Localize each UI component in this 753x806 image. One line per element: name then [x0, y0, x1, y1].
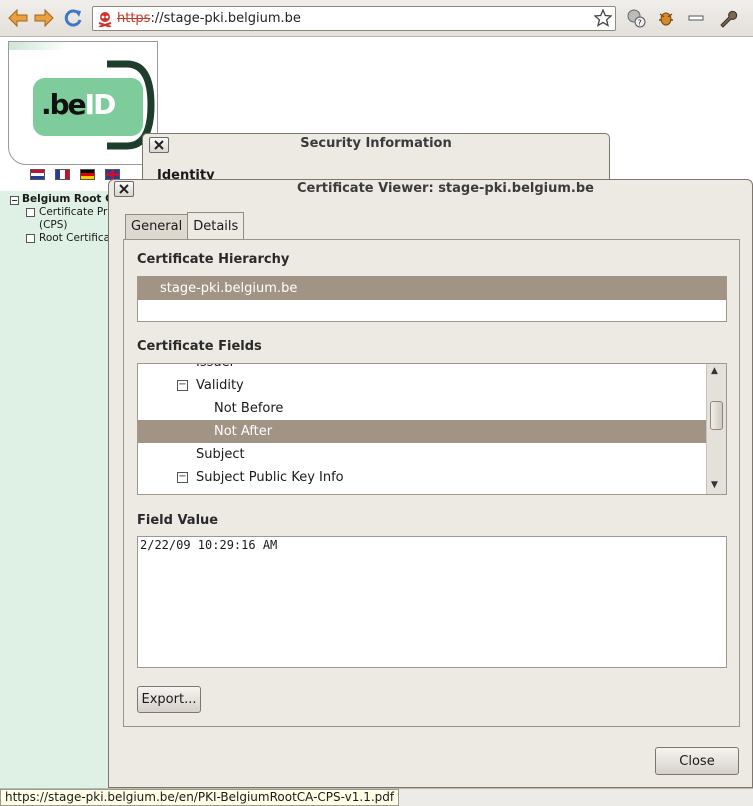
flag-nl[interactable] — [30, 169, 45, 180]
collapse-icon[interactable]: − — [177, 472, 188, 483]
hierarchy-tree[interactable]: stage-pki.belgium.be — [137, 276, 727, 322]
scroll-up-arrow-icon[interactable]: ▲ — [711, 366, 718, 376]
nav-tree: − Belgium Root C Certificate Pra (CPS) Roo… — [10, 193, 114, 245]
tree-item-root-cert[interactable]: Root Certifica — [26, 232, 114, 245]
collapse-icon[interactable]: − — [177, 380, 188, 391]
url-bar[interactable]: https://stage-pki.belgium.be — [92, 6, 616, 31]
url-protocol: https — [117, 11, 151, 26]
field-row-spki-label: Subject Public Key Info — [196, 470, 344, 485]
reload-icon — [64, 9, 82, 27]
certificate-viewer-dialog: Certificate Viewer: stage-pki.belgium.be… — [108, 179, 753, 788]
browser-toolbar: https://stage-pki.belgium.be ? — [0, 0, 753, 37]
svg-text:?: ? — [638, 19, 642, 28]
tab-general[interactable]: General — [125, 214, 189, 239]
field-row-validity[interactable]: − Validity — [138, 374, 707, 397]
insecure-skull-icon — [98, 11, 112, 27]
tree-item-cps[interactable]: Certificate Pra (CPS) — [26, 206, 114, 232]
certificate-fields-tree[interactable]: Issuer −Validity Not Before Not After Su… — [137, 363, 727, 495]
field-row-not-before[interactable]: Not Before — [138, 397, 707, 420]
hierarchy-label: Certificate Hierarchy — [137, 252, 290, 267]
page-box-icon — [26, 208, 35, 217]
wrench-icon — [720, 10, 738, 28]
url-host: ://stage-pki.belgium.be — [150, 11, 301, 26]
field-row-issuer[interactable]: Issuer — [138, 364, 707, 374]
cert-dialog-title: Certificate Viewer: stage-pki.belgium.be — [297, 181, 594, 196]
tree-item-root-cert-label: Root Certifica — [39, 232, 111, 244]
back-arrow-icon — [8, 8, 28, 28]
hierarchy-item[interactable]: stage-pki.belgium.be — [138, 277, 726, 300]
tree-root-label: Belgium Root C — [22, 193, 113, 205]
forward-arrow-icon — [34, 8, 54, 28]
field-value-text[interactable]: 2/22/09 10:29:16 AM — [137, 536, 727, 668]
field-row-not-after[interactable]: Not After — [138, 420, 707, 443]
field-value-label: Field Value — [137, 513, 219, 528]
forward-button[interactable] — [32, 6, 56, 30]
settings-wrench-button[interactable] — [716, 6, 740, 30]
bug-icon — [659, 12, 673, 26]
left-navigation-pane: − Belgium Root C Certificate Pra (CPS) Roo… — [0, 191, 118, 788]
close-button[interactable]: Close — [655, 747, 739, 775]
fields-scrollbar[interactable]: ▲ ▼ — [706, 364, 726, 494]
flag-de[interactable] — [80, 169, 95, 180]
tree-item-cps-line2: (CPS) — [39, 219, 68, 231]
collapse-box-icon: − — [10, 196, 19, 205]
flag-fr[interactable] — [55, 169, 70, 180]
language-flags — [30, 169, 120, 180]
logo-text-be: .be — [41, 88, 87, 121]
page-menu-icon — [688, 15, 704, 21]
field-row-subject-public-key-info[interactable]: − Subject Public Key Info — [138, 466, 707, 489]
fields-label: Certificate Fields — [137, 339, 262, 354]
back-button[interactable] — [6, 6, 30, 30]
extension-button[interactable] — [654, 6, 678, 30]
beid-logo-box: .beID — [8, 41, 158, 165]
page-box-icon — [26, 234, 35, 243]
field-row-validity-label: Validity — [196, 378, 244, 393]
status-bar: https://stage-pki.belgium.be/en/PKI-Belg… — [0, 788, 753, 806]
scroll-down-arrow-icon[interactable]: ▼ — [711, 480, 718, 490]
close-icon — [119, 184, 129, 194]
page-menu-button[interactable] — [684, 6, 708, 30]
export-button[interactable]: Export... — [137, 686, 201, 713]
bookmark-star-icon[interactable] — [593, 8, 613, 31]
tree-item-cps-label: Certificate Pra (CPS) — [39, 206, 114, 232]
cert-tabs: General Details — [125, 212, 245, 239]
tree-item-cps-line1: Certificate Pra — [39, 206, 114, 218]
security-dialog-title: Security Information — [300, 136, 452, 151]
reload-button[interactable] — [61, 6, 85, 30]
logo-text-id: ID — [84, 88, 117, 121]
tree-root[interactable]: − Belgium Root C — [10, 193, 114, 206]
details-panel: Certificate Hierarchy stage-pki.belgium.… — [123, 239, 740, 727]
logo-text: .beID — [41, 88, 117, 121]
field-row-subject[interactable]: Subject — [138, 443, 707, 466]
scrollbar-thumb[interactable] — [710, 401, 723, 430]
logo-strip — [9, 42, 69, 50]
network-status-button[interactable]: ? — [624, 6, 648, 30]
status-link-url: https://stage-pki.belgium.be/en/PKI-Belg… — [0, 789, 400, 806]
cert-dialog-close-x-button[interactable] — [114, 181, 134, 197]
network-wrench-icon: ? — [627, 9, 646, 28]
tab-details[interactable]: Details — [187, 212, 245, 239]
